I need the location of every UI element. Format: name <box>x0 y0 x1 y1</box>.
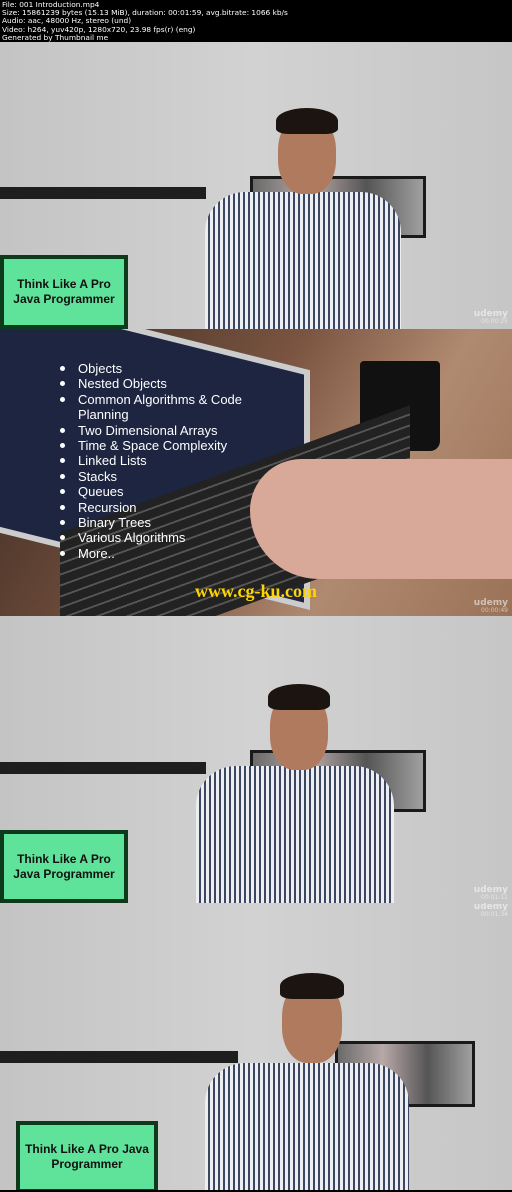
sign: Think Like A Pro Java Programmer <box>0 830 128 903</box>
timestamp: 00:01:34 <box>481 911 508 918</box>
topic-item: Binary Trees <box>60 515 242 530</box>
topic-item: Recursion <box>60 500 242 515</box>
topic-item: Two Dimensional Arrays <box>60 423 242 438</box>
topic-item: Stacks <box>60 469 242 484</box>
topic-item: Common Algorithms & Code <box>60 392 242 407</box>
hand <box>250 459 512 579</box>
thumbnail-frame-3: Think Like A Pro Java Programmer udemy 00… <box>0 616 512 903</box>
udemy-logo: udemy 00:00:25 <box>473 309 508 326</box>
shelf <box>0 187 206 199</box>
timestamp: 00:00:25 <box>481 318 508 325</box>
sign: Think Like A Pro Java Programmer <box>16 1121 158 1190</box>
topic-item: More.. <box>60 546 242 561</box>
timestamp: 00:01:11 <box>481 894 508 901</box>
topic-item: Linked Lists <box>60 453 242 468</box>
info-header: File: 001 Introduction.mp4 Size: 1586123… <box>0 0 512 42</box>
topic-item: Queues <box>60 484 242 499</box>
topic-item: Nested Objects <box>60 376 242 391</box>
thumbnail-frame-1: Think Like A Pro Java Programmer udemy 00… <box>0 42 512 329</box>
topic-item: Various Algorithms <box>60 530 242 545</box>
shelf <box>0 762 206 774</box>
udemy-logo: udemy 00:01:11 <box>473 885 508 902</box>
sign: Think Like A Pro Java Programmer <box>0 255 128 329</box>
generator-line: Generated by Thumbnail me <box>2 32 109 42</box>
udemy-logo: udemy 00:00:49 <box>473 598 508 615</box>
shelf <box>0 1051 238 1063</box>
topic-list: Objects Nested Objects Common Algorithms… <box>60 361 242 561</box>
site-watermark: www.cg-ku.com <box>195 581 317 601</box>
udemy-logo: udemy 00:01:34 <box>473 903 508 918</box>
topic-item: Objects <box>60 361 242 376</box>
thumbnail-frame-2: Objects Nested Objects Common Algorithms… <box>0 329 512 616</box>
timestamp: 00:00:49 <box>481 607 508 614</box>
thumbnail-frame-4: Think Like A Pro Java Programmer udemy 00… <box>0 903 512 1190</box>
topic-item: Time & Space Complexity <box>60 438 242 453</box>
topic-item: Planning <box>78 407 129 423</box>
